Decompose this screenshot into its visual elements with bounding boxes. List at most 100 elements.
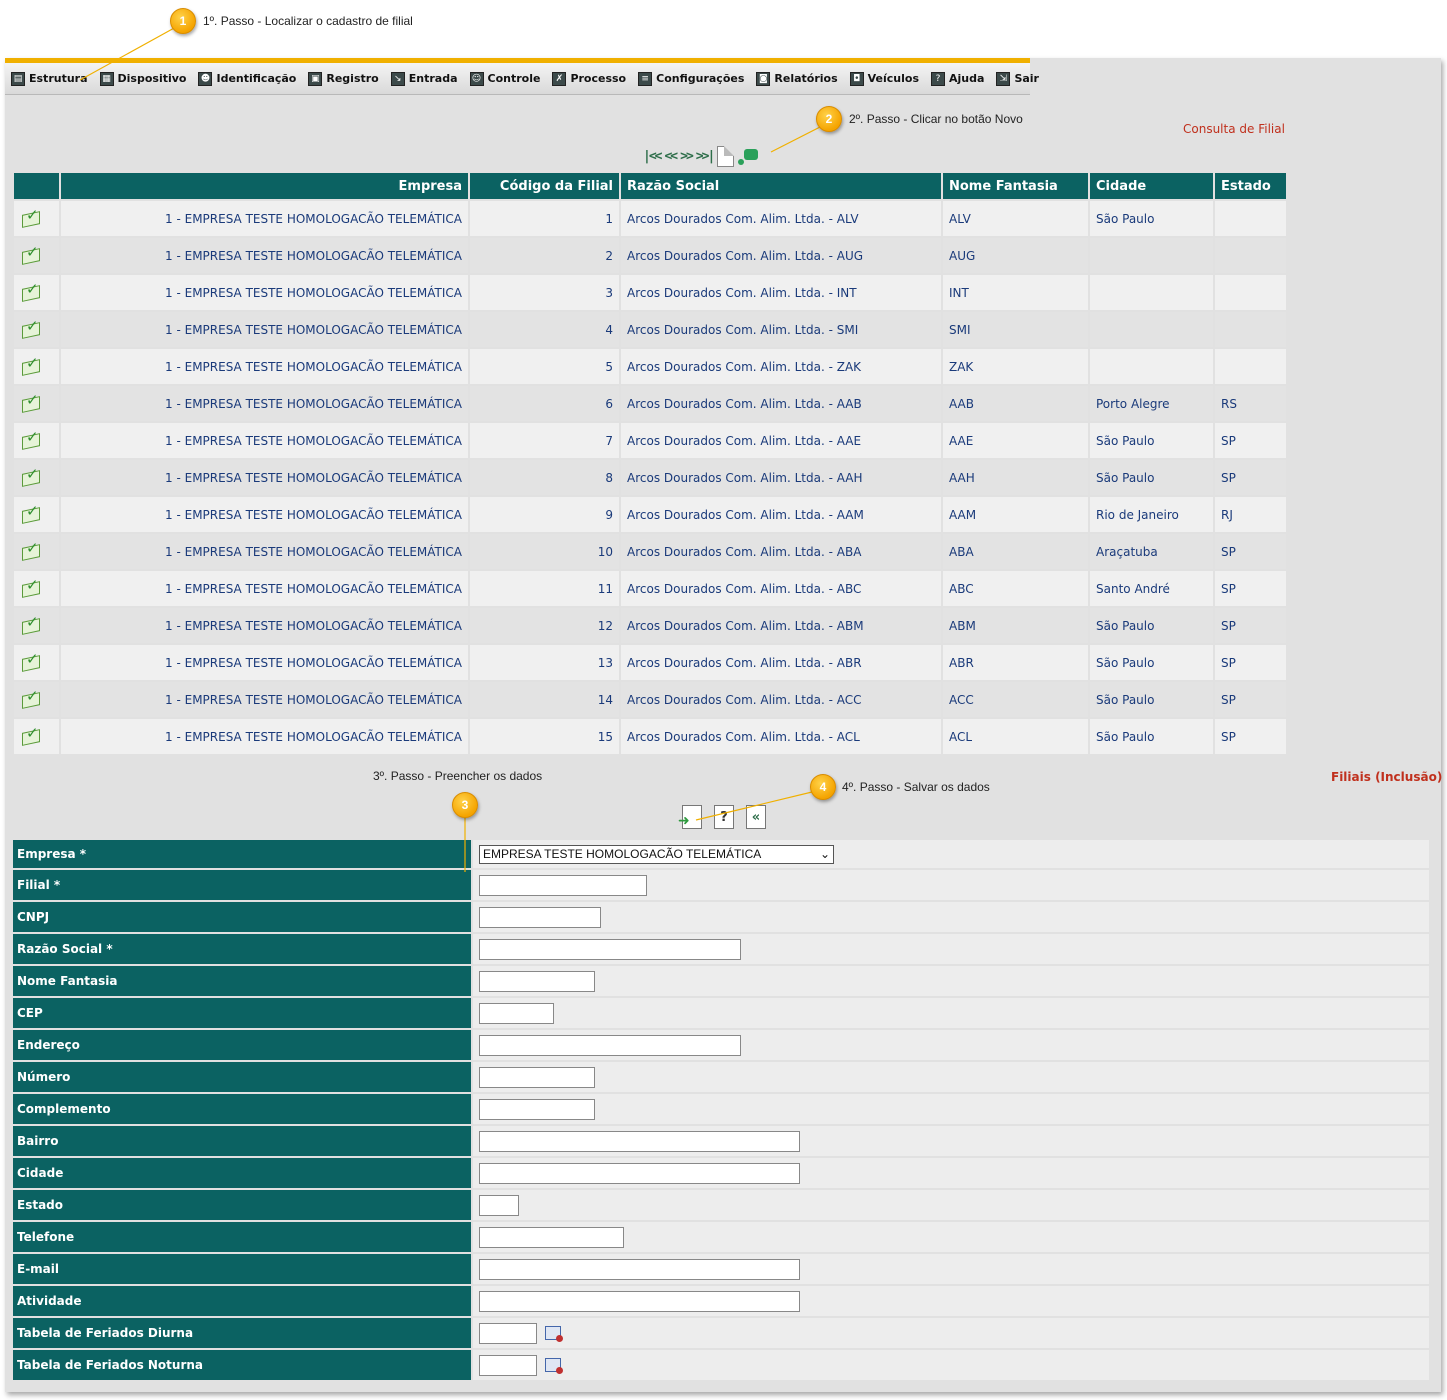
prev-page-icon[interactable]: <<	[664, 149, 678, 164]
help-icon[interactable]: ?	[714, 805, 734, 829]
new-record-icon[interactable]	[717, 146, 735, 167]
cell-empresa[interactable]: 1 - EMPRESA TESTE HOMOLOGACÃO TELEMÁTICA	[61, 571, 468, 606]
cell-razao[interactable]: Arcos Dourados Com. Alim. Ltda. - ACL	[621, 719, 941, 754]
cell-razao[interactable]: Arcos Dourados Com. Alim. Ltda. - AUG	[621, 238, 941, 273]
cell-razao[interactable]: Arcos Dourados Com. Alim. Ltda. - AAB	[621, 386, 941, 421]
edit-icon[interactable]	[20, 687, 42, 708]
cell-razao[interactable]: Arcos Dourados Com. Alim. Ltda. - INT	[621, 275, 941, 310]
cell-empresa[interactable]: 1 - EMPRESA TESTE HOMOLOGACÃO TELEMÁTICA	[61, 201, 468, 236]
cell-cidade[interactable]	[1090, 349, 1213, 384]
edit-icon[interactable]	[20, 280, 42, 301]
empresa-select[interactable]: EMPRESA TESTE HOMOLOGACÃO TELEMÁTICA ⌄	[479, 844, 834, 864]
cell-razao[interactable]: Arcos Dourados Com. Alim. Ltda. - AAH	[621, 460, 941, 495]
cell-fantasia[interactable]: AAH	[943, 460, 1088, 495]
cell-cidade[interactable]: São Paulo	[1090, 201, 1213, 236]
cell-cidade[interactable]	[1090, 275, 1213, 310]
cell-fantasia[interactable]: SMI	[943, 312, 1088, 347]
cell-estado[interactable]: SP	[1215, 645, 1286, 680]
menu-dispositivo[interactable]: ▦ Dispositivo	[99, 71, 186, 86]
cell-empresa[interactable]: 1 - EMPRESA TESTE HOMOLOGACÃO TELEMÁTICA	[61, 386, 468, 421]
nome-fantasia-input[interactable]	[479, 970, 595, 992]
cell-empresa[interactable]: 1 - EMPRESA TESTE HOMOLOGACÃO TELEMÁTICA	[61, 608, 468, 643]
back-icon[interactable]: «	[746, 805, 766, 829]
endereco-input[interactable]	[479, 1034, 741, 1056]
edit-icon[interactable]	[20, 317, 42, 338]
edit-icon[interactable]	[20, 539, 42, 560]
atividade-input[interactable]	[479, 1290, 800, 1312]
cell-codigo[interactable]: 2	[470, 238, 619, 273]
cell-estado[interactable]	[1215, 238, 1286, 273]
cell-estado[interactable]	[1215, 349, 1286, 384]
edit-icon[interactable]	[20, 650, 42, 671]
cell-empresa[interactable]: 1 - EMPRESA TESTE HOMOLOGACÃO TELEMÁTICA	[61, 645, 468, 680]
menu-sair[interactable]: ⇲ Sair	[996, 71, 1039, 86]
next-page-icon[interactable]: >>	[680, 149, 694, 164]
filial-input[interactable]	[479, 874, 647, 896]
cell-estado[interactable]: SP	[1215, 682, 1286, 717]
cell-empresa[interactable]: 1 - EMPRESA TESTE HOMOLOGACÃO TELEMÁTICA	[61, 238, 468, 273]
cell-razao[interactable]: Arcos Dourados Com. Alim. Ltda. - ACC	[621, 682, 941, 717]
cell-fantasia[interactable]: ZAK	[943, 349, 1088, 384]
cell-fantasia[interactable]: ACL	[943, 719, 1088, 754]
first-page-icon[interactable]: |<<	[643, 149, 663, 164]
cell-cidade[interactable]: São Paulo	[1090, 608, 1213, 643]
edit-icon[interactable]	[20, 576, 42, 597]
cell-cidade[interactable]: São Paulo	[1090, 423, 1213, 458]
menu-veiculos[interactable]: ◘ Veículos	[849, 71, 919, 86]
cell-empresa[interactable]: 1 - EMPRESA TESTE HOMOLOGACÃO TELEMÁTICA	[61, 719, 468, 754]
cell-fantasia[interactable]: AAM	[943, 497, 1088, 532]
menu-relatorios[interactable]: ◙ Relatórios	[756, 71, 838, 86]
menu-registro[interactable]: ▣ Registro	[308, 71, 379, 86]
lookup-icon[interactable]	[545, 1326, 563, 1342]
cell-codigo[interactable]: 8	[470, 460, 619, 495]
menu-entrada[interactable]: ↘ Entrada	[390, 71, 458, 86]
cell-estado[interactable]: RJ	[1215, 497, 1286, 532]
cell-cidade[interactable]: Porto Alegre	[1090, 386, 1213, 421]
numero-input[interactable]	[479, 1066, 595, 1088]
cell-fantasia[interactable]: ABA	[943, 534, 1088, 569]
edit-icon[interactable]	[20, 391, 42, 412]
cell-codigo[interactable]: 7	[470, 423, 619, 458]
cell-razao[interactable]: Arcos Dourados Com. Alim. Ltda. - AAM	[621, 497, 941, 532]
cell-codigo[interactable]: 5	[470, 349, 619, 384]
cell-estado[interactable]: SP	[1215, 423, 1286, 458]
cell-fantasia[interactable]: ABM	[943, 608, 1088, 643]
cell-codigo[interactable]: 9	[470, 497, 619, 532]
cell-razao[interactable]: Arcos Dourados Com. Alim. Ltda. - ABR	[621, 645, 941, 680]
complemento-input[interactable]	[479, 1098, 595, 1120]
cell-codigo[interactable]: 1	[470, 201, 619, 236]
cell-empresa[interactable]: 1 - EMPRESA TESTE HOMOLOGACÃO TELEMÁTICA	[61, 682, 468, 717]
cell-fantasia[interactable]: AUG	[943, 238, 1088, 273]
cell-codigo[interactable]: 4	[470, 312, 619, 347]
menu-configuracoes[interactable]: ≡ Configurações	[638, 71, 744, 86]
estado-input[interactable]	[479, 1194, 519, 1216]
cell-estado[interactable]: SP	[1215, 460, 1286, 495]
edit-icon[interactable]	[20, 428, 42, 449]
email-input[interactable]	[479, 1258, 800, 1280]
cell-empresa[interactable]: 1 - EMPRESA TESTE HOMOLOGACÃO TELEMÁTICA	[61, 349, 468, 384]
cell-cidade[interactable]	[1090, 238, 1213, 273]
cell-razao[interactable]: Arcos Dourados Com. Alim. Ltda. - ABM	[621, 608, 941, 643]
cell-estado[interactable]: SP	[1215, 719, 1286, 754]
cell-codigo[interactable]: 13	[470, 645, 619, 680]
cell-cidade[interactable]: Santo André	[1090, 571, 1213, 606]
cell-empresa[interactable]: 1 - EMPRESA TESTE HOMOLOGACÃO TELEMÁTICA	[61, 275, 468, 310]
cell-razao[interactable]: Arcos Dourados Com. Alim. Ltda. - AAE	[621, 423, 941, 458]
cell-cidade[interactable]: Araçatuba	[1090, 534, 1213, 569]
razao-social-input[interactable]	[479, 938, 741, 960]
menu-ajuda[interactable]: ? Ajuda	[931, 71, 984, 86]
cell-cidade[interactable]: Rio de Janeiro	[1090, 497, 1213, 532]
feriados-diurna-input[interactable]	[479, 1322, 537, 1344]
search-icon[interactable]	[738, 147, 760, 167]
cell-estado[interactable]: SP	[1215, 571, 1286, 606]
edit-icon[interactable]	[20, 465, 42, 486]
edit-icon[interactable]	[20, 724, 42, 745]
cell-empresa[interactable]: 1 - EMPRESA TESTE HOMOLOGACÃO TELEMÁTICA	[61, 423, 468, 458]
cell-codigo[interactable]: 11	[470, 571, 619, 606]
cell-codigo[interactable]: 14	[470, 682, 619, 717]
cell-cidade[interactable]: São Paulo	[1090, 460, 1213, 495]
cell-estado[interactable]	[1215, 275, 1286, 310]
cell-codigo[interactable]: 6	[470, 386, 619, 421]
cell-empresa[interactable]: 1 - EMPRESA TESTE HOMOLOGACÃO TELEMÁTICA	[61, 312, 468, 347]
cell-fantasia[interactable]: ACC	[943, 682, 1088, 717]
